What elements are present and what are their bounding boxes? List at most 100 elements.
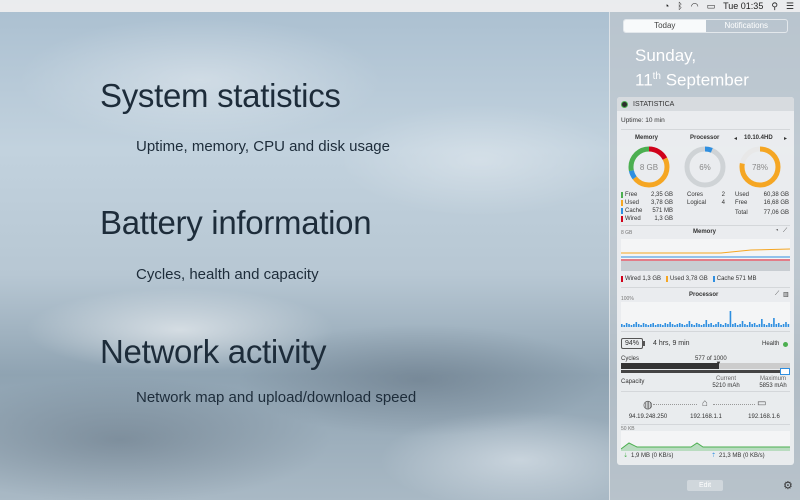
section-title-battery: Battery information xyxy=(100,204,372,241)
tab-notifications[interactable]: Notifications xyxy=(706,20,788,32)
wifi-icon[interactable]: ◠ xyxy=(691,0,699,12)
line-chart-icon[interactable]: ⟋ xyxy=(775,291,779,298)
health-dot-icon xyxy=(783,342,788,347)
cpu-activity-bar xyxy=(678,323,681,327)
stat-value: 60,38 GB xyxy=(763,192,789,198)
network-graph xyxy=(621,431,790,451)
cpu-activity-bar xyxy=(775,324,778,327)
download-icon: ⇣ xyxy=(623,453,629,459)
divider xyxy=(621,331,790,332)
tab-today[interactable]: Today xyxy=(624,20,706,32)
stat-value: 2 xyxy=(721,192,725,198)
cpu-activity-bar xyxy=(758,324,761,327)
notification-list-icon[interactable]: ☰ xyxy=(786,0,794,12)
cpu-activity-bar xyxy=(625,323,628,327)
pie-chart-icon[interactable]: ◔ xyxy=(775,228,779,234)
cpu-activity-bar xyxy=(719,324,722,327)
capacity-bar-end xyxy=(780,368,790,375)
stat-label: Logical xyxy=(687,200,707,206)
divider xyxy=(621,391,790,392)
upload-value: 21,3 MB (0 KB/s) xyxy=(719,453,765,459)
cpu-activity-bar xyxy=(729,311,732,327)
cpu-activity-bar xyxy=(785,322,787,327)
cpu-activity-bar xyxy=(630,325,633,327)
cpu-graph-title: Processor xyxy=(689,292,719,298)
line-chart-icon[interactable]: ⟋ xyxy=(783,228,787,235)
capacity-label: Capacity xyxy=(621,379,645,385)
cpu-activity-bar xyxy=(761,319,763,327)
clock[interactable]: Tue 01:35 xyxy=(723,1,763,11)
cpu-activity-bar xyxy=(683,325,686,327)
notification-center: Today Notifications Sunday, 11th Septemb… xyxy=(609,12,800,500)
cpu-activity-bar xyxy=(748,322,751,327)
cpu-activity-bar xyxy=(710,323,712,327)
cpu-activity-bar xyxy=(635,322,638,327)
stat-value: 2,35 GB xyxy=(650,192,673,198)
cycles-marker-icon: ▼ xyxy=(715,361,722,367)
edit-button[interactable]: Edit xyxy=(687,480,723,491)
spotlight-icon[interactable]: ⚲ xyxy=(771,0,778,12)
disk-title[interactable]: 10.10.4HD xyxy=(744,135,773,141)
cycles-bar-fill xyxy=(621,363,719,369)
cpu-activity-bar xyxy=(751,324,753,327)
date-day: 11 xyxy=(635,70,653,90)
legend-value: 571 MB xyxy=(735,276,757,282)
cpu-activity-bar xyxy=(642,323,645,327)
upload-icon: ⇡ xyxy=(711,453,717,459)
nc-footer: Edit ⚙ xyxy=(610,474,800,500)
stat-label: Free xyxy=(625,192,638,198)
cpu-activity-bar xyxy=(628,324,630,327)
cpu-activity-bar xyxy=(717,322,720,327)
section-subtitle-network: Network map and upload/download speed xyxy=(136,389,417,406)
cpu-activity-bar xyxy=(666,324,669,327)
disk-next-icon[interactable]: ▸ xyxy=(784,135,787,142)
wired-swatch xyxy=(621,276,623,282)
section-title-system: System statistics xyxy=(100,77,341,114)
bluetooth-icon[interactable]: ᛒ xyxy=(677,0,682,12)
divider xyxy=(621,424,790,425)
wallpaper-mountains xyxy=(0,260,610,500)
cpu-activity-bar xyxy=(700,325,703,327)
maximum-value: 5853 mAh xyxy=(759,383,787,389)
stat-value: 16,68 GB xyxy=(763,200,789,206)
stat-row: Used 3,78 GB xyxy=(621,200,673,206)
gear-icon[interactable]: ⚙ xyxy=(783,479,793,492)
cpu-activity-bar xyxy=(623,325,626,327)
stat-value: 77,06 GB xyxy=(763,210,789,216)
stat-label: Used xyxy=(625,200,640,206)
activity-icon[interactable]: ◔ xyxy=(664,0,669,12)
cache-swatch xyxy=(621,208,623,214)
menu-bar: ◔ ᛒ ◠ ▭ Tue 01:35 ⚲ ☰ xyxy=(0,0,800,12)
download-value: 1,9 MB (0 KB/s) xyxy=(631,453,674,459)
legend-value: 1,3 GB xyxy=(642,276,662,282)
cpu-activity-bar xyxy=(657,324,659,327)
cpu-activity-bar xyxy=(676,324,679,327)
cpu-activity-bar xyxy=(707,324,710,327)
stat-value: 1,3 GB xyxy=(654,216,673,222)
cpu-activity-bar xyxy=(688,321,691,327)
legend-label: Used xyxy=(670,276,685,282)
stat-label: Cache xyxy=(625,208,643,214)
battery-icon[interactable]: ▭ xyxy=(707,0,716,12)
cpu-activity-bar xyxy=(695,323,698,327)
laptop-icon: ▭ xyxy=(757,398,767,409)
stat-row: Free 2,35 GB xyxy=(621,192,673,198)
cpu-activity-bar xyxy=(763,324,766,327)
stat-value: 571 MB xyxy=(652,208,673,214)
wan-ip: 94.19.248.250 xyxy=(628,414,668,420)
cpu-activity-bar xyxy=(715,324,717,327)
cpu-activity-bar xyxy=(669,322,671,327)
disk-prev-icon[interactable]: ◂ xyxy=(734,135,737,142)
net-link xyxy=(653,404,697,405)
date-month: September xyxy=(661,70,749,90)
date-day-month: 11th September xyxy=(635,66,749,91)
cpu-activity-bar xyxy=(777,323,780,327)
cpu-activity-bar xyxy=(746,325,749,327)
bar-chart-icon[interactable]: ▥ xyxy=(783,291,789,298)
divider xyxy=(621,225,790,226)
cpu-activity-bar xyxy=(712,325,715,327)
mem-legend: Wired 1,3 GB Used 3,78 GB Cache 571 MB xyxy=(621,276,756,282)
cpu-activity-bar xyxy=(780,325,782,327)
stat-label: Used xyxy=(735,192,750,198)
section-subtitle-battery: Cycles, health and capacity xyxy=(136,266,319,283)
